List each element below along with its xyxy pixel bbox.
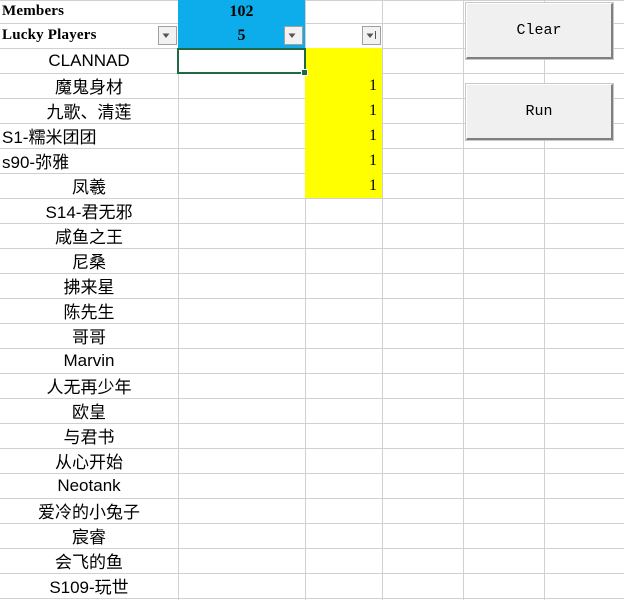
member-name-cell[interactable]: 凤羲 [0, 173, 178, 198]
member-name-cell[interactable]: S109-玩世 [0, 573, 178, 598]
member-name-cell[interactable]: 拂来星 [0, 273, 178, 298]
member-name: S1-糯米团团 [2, 128, 97, 147]
member-name-cell[interactable]: 九歌、清莲 [0, 98, 178, 123]
member-name: 魔鬼身材 [55, 78, 123, 97]
member-name-cell[interactable]: 欧皇 [0, 398, 178, 423]
selected-cell[interactable] [177, 48, 308, 76]
member-name: 与君书 [63, 428, 115, 447]
lucky-flag-value: 1 [369, 176, 377, 194]
lucky-flag-value: 1 [369, 101, 377, 119]
lucky-players-label: Lucky Players [2, 27, 97, 43]
filter-dropdown-count[interactable] [284, 26, 303, 45]
member-name: 会飞的鱼 [55, 553, 123, 572]
lucky-flag-value: 1 [369, 76, 377, 94]
members-value-cell[interactable]: 102 [178, 0, 305, 23]
chevron-down-icon [288, 33, 296, 38]
lucky-flag-cell[interactable]: 1 [305, 98, 382, 123]
clear-button[interactable]: Clear [465, 2, 614, 60]
member-name: 人无再少年 [46, 378, 132, 397]
fill-handle[interactable] [301, 69, 308, 76]
member-name-cell[interactable]: 咸鱼之王 [0, 223, 178, 248]
member-name: 凤羲 [72, 178, 106, 197]
member-name: Marvin [63, 350, 115, 370]
member-name: 爱冷的小兔子 [38, 503, 140, 522]
lucky-flag-value: 1 [369, 126, 377, 144]
member-name: S14-君无邪 [45, 203, 133, 222]
filter-dropdown-flag[interactable] [362, 26, 381, 45]
member-name: 尼桑 [72, 253, 106, 272]
chevron-down-icon [162, 33, 170, 38]
lucky-flag-cell[interactable]: 1 [305, 73, 382, 98]
member-name: 九歌、清莲 [46, 103, 132, 122]
members-count: 102 [229, 2, 254, 20]
chevron-down-sort-icon [366, 31, 376, 39]
member-name-cell[interactable]: 从心开始 [0, 448, 178, 473]
gridline-vertical [382, 0, 383, 600]
member-name-cell[interactable]: Neotank [0, 473, 178, 498]
member-name: 从心开始 [55, 453, 123, 472]
member-name: 拂来星 [63, 278, 115, 297]
member-name: 宸睿 [72, 528, 106, 547]
lucky-flag-cell[interactable]: 1 [305, 148, 382, 173]
member-name-cell[interactable]: s90-弥雅 [0, 148, 178, 173]
member-name-cell[interactable]: CLANNAD [0, 48, 178, 73]
member-name-cell[interactable]: 宸睿 [0, 523, 178, 548]
member-name: 陈先生 [63, 303, 115, 322]
gridline-vertical [178, 0, 179, 600]
member-name: 欧皇 [72, 403, 106, 422]
clear-button-label: Clear [516, 22, 562, 39]
member-name: s90-弥雅 [2, 153, 70, 172]
member-name-cell[interactable]: 会飞的鱼 [0, 548, 178, 573]
member-name-cell[interactable]: S1-糯米团团 [0, 123, 178, 148]
lucky-players-label-cell[interactable]: Lucky Players [0, 23, 178, 48]
member-name-cell[interactable]: 尼桑 [0, 248, 178, 273]
members-label-cell[interactable]: Members [0, 0, 178, 23]
member-name: S109-玩世 [49, 578, 129, 597]
members-label: Members [2, 3, 65, 19]
lucky-flag-cell[interactable]: 1 [305, 173, 382, 198]
run-button-label: Run [525, 103, 553, 120]
member-name-cell[interactable]: 陈先生 [0, 298, 178, 323]
member-name: CLANNAD [48, 50, 130, 70]
member-name-cell[interactable]: 爱冷的小兔子 [0, 498, 178, 523]
member-name-cell[interactable]: S14-君无邪 [0, 198, 178, 223]
run-button[interactable]: Run [465, 83, 614, 141]
gridline-horizontal [0, 598, 624, 599]
member-name-cell[interactable]: 与君书 [0, 423, 178, 448]
lucky-flag-cell[interactable]: 1 [305, 123, 382, 148]
member-name-cell[interactable]: 人无再少年 [0, 373, 178, 398]
member-name: Neotank [57, 475, 121, 495]
gridline-vertical [463, 0, 464, 600]
filter-dropdown-names[interactable] [158, 26, 177, 45]
member-name-cell[interactable]: Marvin [0, 348, 178, 373]
member-name: 咸鱼之王 [55, 228, 123, 247]
member-name-cell[interactable]: 哥哥 [0, 323, 178, 348]
spreadsheet-grid[interactable]: Members 102 Lucky Players 5 CLANNAD 魔鬼身材 1… [0, 0, 624, 600]
member-name-cell[interactable]: 魔鬼身材 [0, 73, 178, 98]
lucky-flag-value: 1 [369, 151, 377, 169]
member-name: 哥哥 [72, 328, 106, 347]
